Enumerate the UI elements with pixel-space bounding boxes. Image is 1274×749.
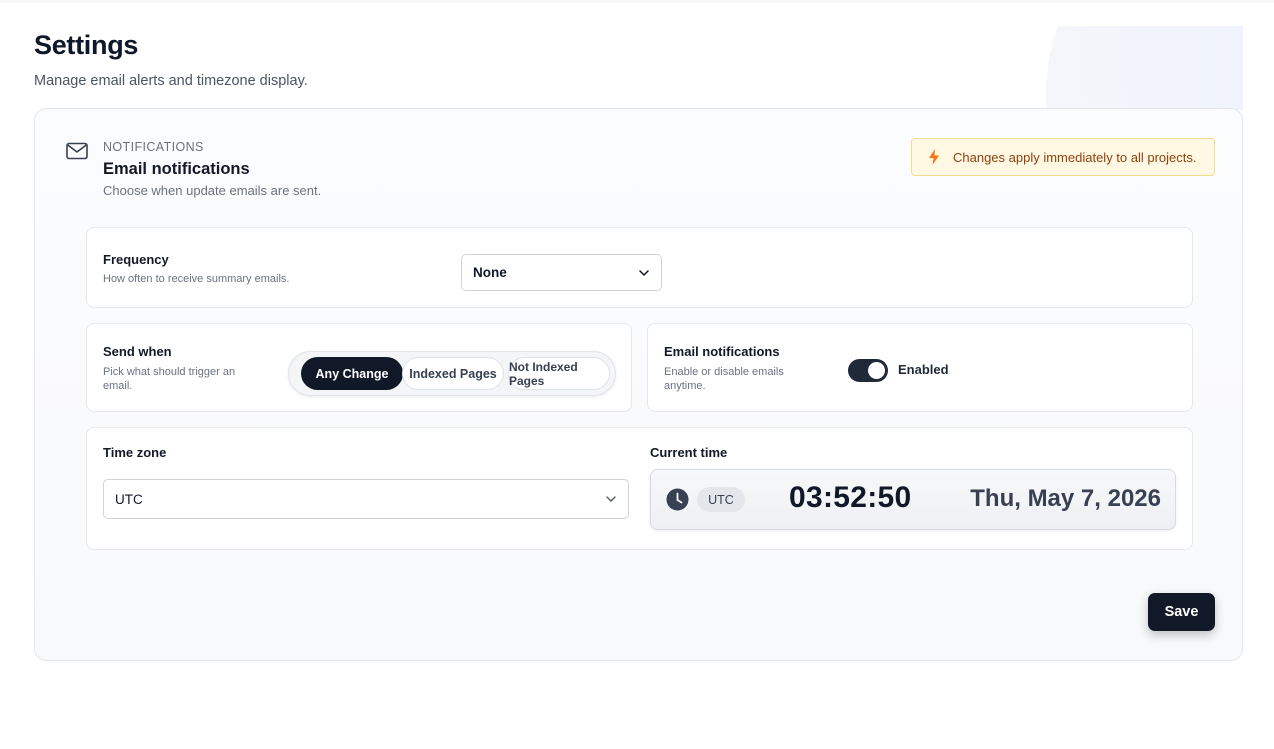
frequency-select[interactable]: None: [461, 254, 662, 291]
current-time-label: Current time: [650, 445, 728, 460]
notifications-card: NOTIFICATIONS Email notifications Choose…: [34, 108, 1243, 661]
send-when-hint: Pick what should trigger an email.: [103, 366, 236, 392]
email-toggle-hint: Enable or disable emails anytime.: [664, 366, 784, 392]
page-title: Settings: [34, 30, 139, 60]
info-notice: Changes apply immediately to all project…: [911, 138, 1215, 176]
trigger-option-any-change[interactable]: Any Change: [301, 357, 403, 390]
frequency-hint: How often to receive summary emails.: [103, 273, 290, 285]
email-toggle-label: Email notifications: [664, 344, 780, 359]
frequency-panel: Frequency How often to receive summary e…: [86, 227, 1193, 308]
frequency-selected-value: None: [473, 265, 507, 280]
top-divider: [0, 0, 1274, 3]
chevron-down-icon: [606, 496, 616, 502]
send-when-label: Send when: [103, 344, 172, 359]
mail-icon: [66, 142, 88, 160]
email-toggle-panel: Email notifications Enable or disable em…: [647, 323, 1193, 412]
toggle-knob: [868, 362, 885, 379]
clock-time: 03:52:50: [789, 481, 912, 514]
section-title: Email notifications: [103, 160, 250, 178]
chevron-down-icon: [639, 269, 649, 276]
send-when-panel: Send when Pick what should trigger an em…: [86, 323, 632, 412]
notice-text: Changes apply immediately to all project…: [953, 149, 1197, 165]
timezone-select[interactable]: UTC: [103, 479, 629, 519]
decorative-background-shape: [1046, 26, 1243, 110]
trigger-option-not-indexed-pages[interactable]: Not Indexed Pages: [508, 357, 610, 390]
clock-date: Thu, May 7, 2026: [970, 485, 1161, 512]
section-kicker: NOTIFICATIONS: [103, 140, 204, 154]
save-button[interactable]: Save: [1148, 593, 1215, 631]
lightning-icon: [929, 149, 939, 165]
email-notifications-toggle[interactable]: [848, 359, 888, 382]
timezone-label: Time zone: [103, 445, 167, 460]
clock-icon: [666, 488, 689, 511]
toggle-state-label: Enabled: [898, 362, 949, 377]
trigger-segmented-control: Any Change Indexed Pages Not Indexed Pag…: [288, 351, 616, 396]
timezone-chip: UTC: [697, 487, 745, 512]
section-description: Choose when update emails are sent.: [103, 183, 322, 198]
current-time-display: UTC 03:52:50 Thu, May 7, 2026: [650, 469, 1176, 530]
timezone-panel: Time zone UTC Current time UTC 03:52:50 …: [86, 427, 1193, 550]
trigger-option-indexed-pages[interactable]: Indexed Pages: [402, 357, 504, 390]
timezone-selected-value: UTC: [115, 491, 143, 507]
frequency-label: Frequency: [103, 252, 169, 267]
page-subtitle: Manage email alerts and timezone display…: [34, 73, 308, 89]
